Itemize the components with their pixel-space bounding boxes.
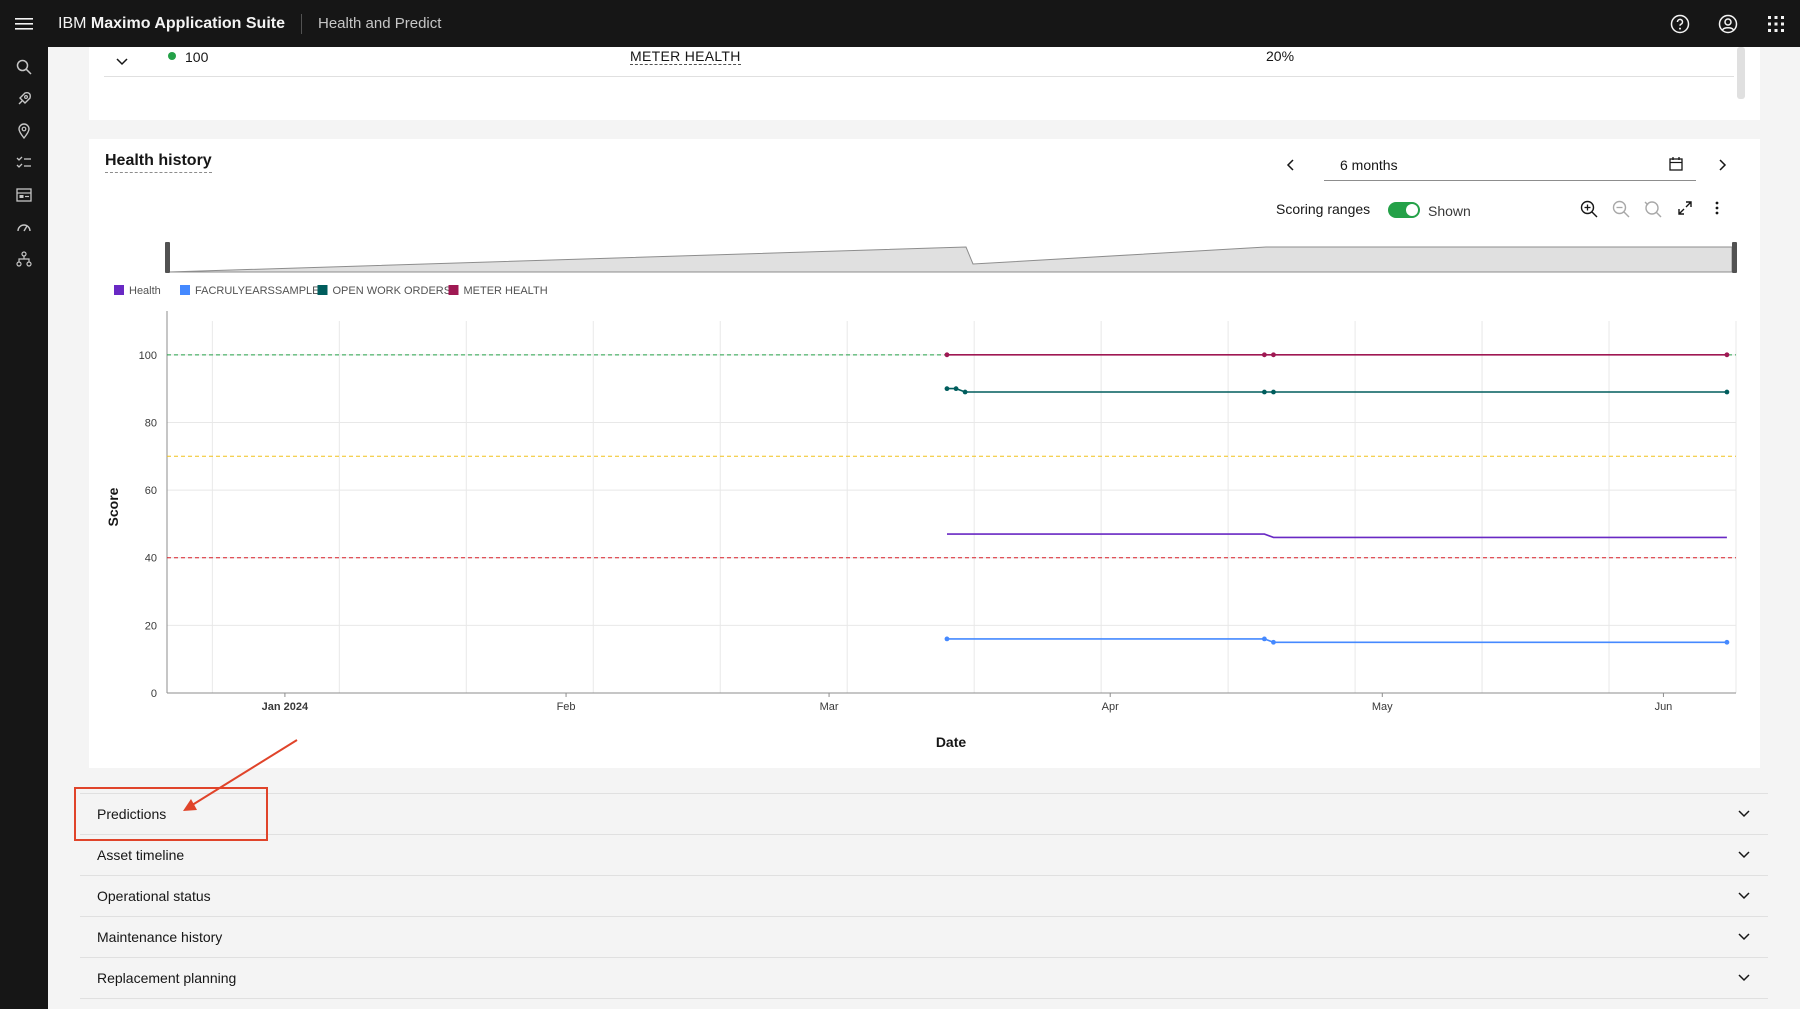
zoom-handle-left[interactable] xyxy=(165,242,170,273)
data-point[interactable] xyxy=(1724,639,1730,645)
chart-series[interactable] xyxy=(944,352,1730,645)
meter-percent: 20% xyxy=(1266,48,1295,64)
y-tick-label: 20 xyxy=(145,620,157,632)
legend-swatch xyxy=(448,285,459,295)
data-point[interactable] xyxy=(944,386,950,392)
y-tick-label: 100 xyxy=(139,350,157,362)
search-icon[interactable] xyxy=(0,51,48,83)
accordion-maintenance-history[interactable]: Maintenance history xyxy=(80,916,1768,957)
accordion-title: Asset timeline xyxy=(97,847,185,863)
help-icon[interactable] xyxy=(1656,0,1704,47)
data-point[interactable] xyxy=(944,352,950,358)
scoring-range-lines xyxy=(167,354,1736,559)
x-axis-label: Date xyxy=(936,734,967,750)
meter-icon[interactable] xyxy=(0,211,48,243)
legend-label: OPEN WORK ORDERS xyxy=(333,285,452,297)
x-tick-label: Apr xyxy=(1102,701,1119,713)
health-history-chart[interactable]: Health FACRULYEARSSAMPLE OPEN WORK ORDERS M… xyxy=(89,139,1760,768)
chart-grid xyxy=(166,311,1737,694)
data-point[interactable] xyxy=(1271,639,1276,645)
accordion-title: Operational status xyxy=(97,888,211,904)
legend-item[interactable]: Health xyxy=(114,285,161,297)
legend-item[interactable]: FACRULYEARSSAMPLE xyxy=(180,285,320,297)
accordion-replacement-planning[interactable]: Replacement planning xyxy=(80,957,1768,998)
x-tick-label: Jun xyxy=(1655,701,1673,713)
chart-legend: Health FACRULYEARSSAMPLE OPEN WORK ORDERS M… xyxy=(114,285,548,297)
data-point[interactable] xyxy=(1261,389,1267,395)
x-tick-label: Jan 2024 xyxy=(262,701,309,713)
accordion-title: Maintenance history xyxy=(97,929,223,945)
y-tick-label: 80 xyxy=(145,417,157,429)
meter-row[interactable]: 100 METER HEALTH 20% xyxy=(104,47,1734,77)
chevron-down-icon[interactable] xyxy=(1736,805,1752,824)
data-point[interactable] xyxy=(1261,352,1267,358)
app-switcher-icon[interactable] xyxy=(1752,0,1800,47)
accordion-title: Predictions xyxy=(97,806,167,822)
y-tick-label: 40 xyxy=(145,553,157,565)
menu-icon[interactable] xyxy=(0,0,48,47)
chevron-down-icon[interactable] xyxy=(114,53,130,74)
dashboard-icon[interactable] xyxy=(0,179,48,211)
zoom-bar[interactable] xyxy=(165,242,1737,273)
series-line[interactable] xyxy=(947,638,1727,644)
health-history-card: Health history 6 months Scoring ranges S… xyxy=(89,139,1760,768)
data-point[interactable] xyxy=(1724,389,1730,395)
data-point[interactable] xyxy=(1261,636,1267,642)
legend-swatch xyxy=(317,285,328,295)
data-point[interactable] xyxy=(944,636,950,642)
y-axis-label: Score xyxy=(105,487,121,526)
y-axis-ticks: 0 20 40 60 80 100 xyxy=(139,350,157,700)
scrollbar[interactable] xyxy=(1737,47,1745,99)
chevron-down-icon[interactable] xyxy=(1736,887,1752,906)
legend-label: METER HEALTH xyxy=(464,285,548,297)
status-dot xyxy=(168,52,176,60)
series-line[interactable] xyxy=(947,387,1727,393)
rocket-icon[interactable] xyxy=(0,83,48,115)
legend-item[interactable]: METER HEALTH xyxy=(448,285,548,297)
meter-name-link[interactable]: METER HEALTH xyxy=(630,48,741,65)
meters-card: 100 METER HEALTH 20% xyxy=(89,47,1760,120)
task-list-icon[interactable] xyxy=(0,147,48,179)
legend-label: FACRULYEARSSAMPLE xyxy=(195,285,320,297)
y-tick-label: 60 xyxy=(145,485,157,497)
x-tick-label: Mar xyxy=(820,701,839,713)
data-point[interactable] xyxy=(962,389,968,395)
brand-prefix: IBM xyxy=(58,14,87,32)
legend-swatch xyxy=(114,285,124,295)
chevron-down-icon[interactable] xyxy=(1736,846,1752,865)
data-point[interactable] xyxy=(1724,352,1730,358)
legend-label: Health xyxy=(129,285,161,297)
hierarchy-icon[interactable] xyxy=(0,243,48,275)
zoom-handle-right[interactable] xyxy=(1732,242,1737,273)
location-icon[interactable] xyxy=(0,115,48,147)
series-line[interactable] xyxy=(947,533,1727,539)
brand-name[interactable]: IBM Maximo Application Suite xyxy=(48,15,285,33)
chevron-down-icon[interactable] xyxy=(1736,928,1752,947)
app-name[interactable]: Health and Predict xyxy=(318,15,441,32)
side-nav xyxy=(0,47,48,1009)
accordion-title: Replacement planning xyxy=(97,970,237,986)
accordion-bottom-border xyxy=(80,998,1768,1009)
data-point[interactable] xyxy=(953,386,959,392)
user-icon[interactable] xyxy=(1704,0,1752,47)
data-point[interactable] xyxy=(1271,389,1276,395)
accordion-operational-status[interactable]: Operational status xyxy=(80,875,1768,916)
accordion-asset-timeline[interactable]: Asset timeline xyxy=(80,834,1768,875)
legend-item[interactable]: OPEN WORK ORDERS xyxy=(317,285,452,297)
data-point[interactable] xyxy=(1271,352,1276,358)
x-axis-ticks: Jan 2024 Feb Mar Apr May Jun xyxy=(262,693,1673,713)
x-tick-label: Feb xyxy=(557,701,576,713)
brand-product: Maximo Application Suite xyxy=(90,14,285,32)
chevron-down-icon[interactable] xyxy=(1736,969,1752,988)
top-header: IBM Maximo Application Suite Health and … xyxy=(0,0,1800,47)
accordion-predictions[interactable]: Predictions xyxy=(80,793,1768,834)
header-divider xyxy=(301,13,302,34)
x-tick-label: May xyxy=(1372,701,1393,713)
y-tick-label: 0 xyxy=(151,688,157,700)
legend-swatch xyxy=(180,285,190,295)
meter-value: 100 xyxy=(185,49,209,65)
